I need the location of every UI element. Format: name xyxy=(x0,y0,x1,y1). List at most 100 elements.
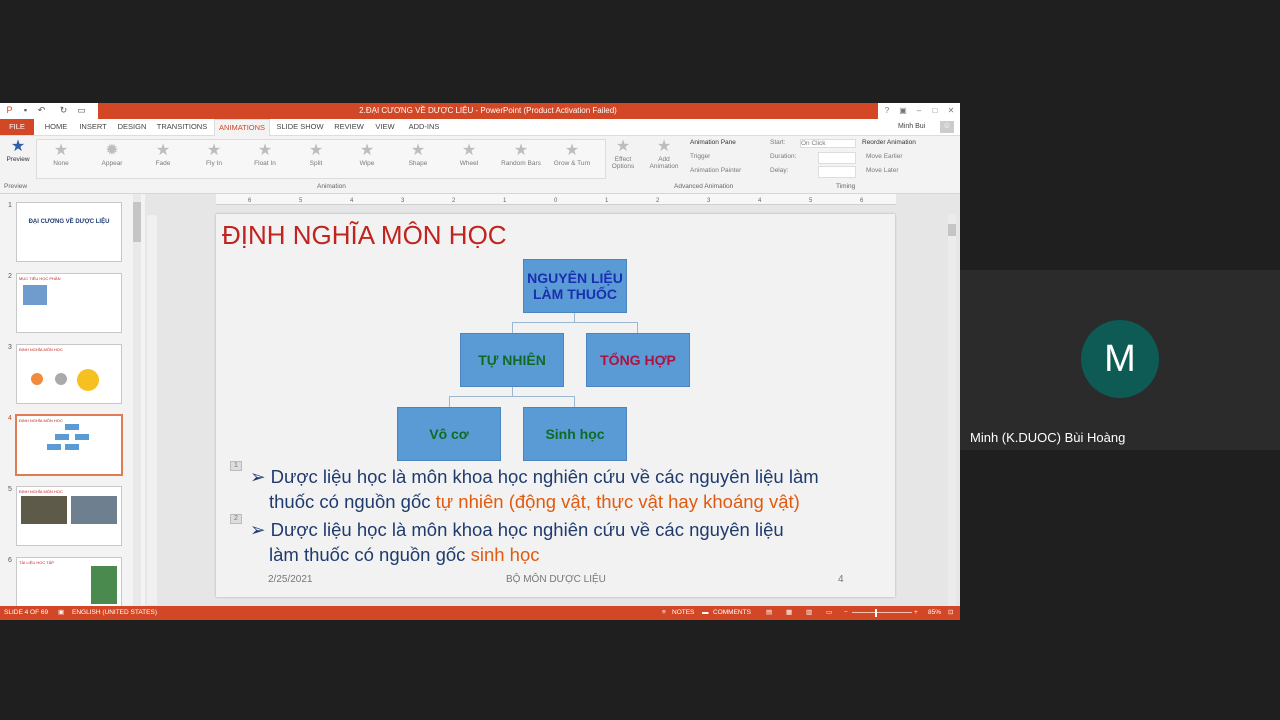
animation-appear[interactable]: ✹ Appear xyxy=(94,142,130,167)
slide-thumbnail-6[interactable]: TÀI LIỆU HỌC TẬP xyxy=(16,557,122,608)
undo-icon[interactable]: ↶ xyxy=(36,105,47,116)
root-node[interactable]: NGUYÊN LIỆU LÀM THUỐC xyxy=(523,259,627,313)
reading-view-icon[interactable]: ▥ xyxy=(806,606,812,620)
ribbon-tabs: FILE HOME INSERT DESIGN TRANSITIONS ANIM… xyxy=(0,119,960,136)
bullet-2[interactable]: ➢ Dược liệu học là môn khoa học nghiên c… xyxy=(250,517,784,567)
trigger-button[interactable]: Trigger xyxy=(690,153,710,160)
add-animation-button[interactable]: ★ Add Animation xyxy=(644,138,684,170)
bullet-1-line-2: thuốc có nguồn gốc xyxy=(269,491,436,512)
slide-canvas[interactable]: ĐỊNH NGHĨA MÔN HỌC NGUYÊN LIỆU LÀM THUỐC… xyxy=(216,214,895,597)
slide-sorter-icon[interactable]: ▦ xyxy=(786,606,792,620)
ribbon-display-icon[interactable]: ▣ xyxy=(896,105,910,116)
fit-slide-icon[interactable]: ⊡ xyxy=(948,606,953,620)
move-earlier-button[interactable]: Move Earlier xyxy=(866,153,902,160)
timing-group-label: Timing xyxy=(836,183,856,190)
zoom-slider[interactable] xyxy=(852,612,912,613)
user-name[interactable]: Minh Bui xyxy=(898,119,925,135)
start-from-beginning-icon[interactable]: ▭ xyxy=(76,105,87,116)
slide-thumbnail-2[interactable]: MỤC TIÊU HỌC PHẦN xyxy=(16,273,122,333)
language-status[interactable]: ENGLISH (UNITED STATES) xyxy=(72,606,157,620)
minimize-icon[interactable]: – xyxy=(912,105,926,116)
tab-view[interactable]: VIEW xyxy=(370,119,400,135)
normal-view-icon[interactable]: ▤ xyxy=(766,606,772,620)
tab-slide-show[interactable]: SLIDE SHOW xyxy=(272,119,328,135)
slide-counter[interactable]: SLIDE 4 OF 69 xyxy=(4,606,48,620)
tab-home[interactable]: HOME xyxy=(40,119,72,135)
close-icon[interactable]: ✕ xyxy=(944,105,958,116)
slide-title[interactable]: ĐỊNH NGHĨA MÔN HỌC xyxy=(222,220,507,251)
tab-insert[interactable]: INSERT xyxy=(76,119,110,135)
animation-wipe[interactable]: ★ Wipe xyxy=(349,142,385,167)
animation-random-bars[interactable]: ★ Random Bars xyxy=(495,142,547,167)
slide-thumbnail-5[interactable]: ĐỊNH NGHĨA MÔN HỌC xyxy=(16,486,122,546)
start-select[interactable]: On Click xyxy=(800,139,856,148)
duration-input[interactable] xyxy=(818,152,856,164)
animation-label: Appear xyxy=(101,160,123,167)
start-label: Start: xyxy=(770,139,786,146)
animation-order-marker-2[interactable]: 2 xyxy=(230,514,242,524)
animation-label: Random Bars xyxy=(501,160,541,167)
save-icon[interactable]: ▪ xyxy=(20,105,31,116)
slide-show-icon[interactable]: ▭ xyxy=(826,606,832,620)
bullet-1[interactable]: ➢ Dược liệu học là môn khoa học nghiên c… xyxy=(250,464,819,514)
tab-animations[interactable]: ANIMATIONS xyxy=(214,119,270,136)
help-icon[interactable]: ? xyxy=(880,105,894,116)
animation-order-marker-1[interactable]: 1 xyxy=(230,461,242,471)
tab-file[interactable]: FILE xyxy=(0,119,34,135)
tab-design[interactable]: DESIGN xyxy=(114,119,150,135)
star-icon: ★ xyxy=(513,142,529,159)
star-icon: ★ xyxy=(257,142,273,159)
tab-transitions[interactable]: TRANSITIONS xyxy=(154,119,210,135)
move-later-button[interactable]: Move Later xyxy=(866,167,899,174)
comments-button[interactable]: COMMENTS xyxy=(713,606,751,620)
preview-button[interactable]: ★ Preview xyxy=(4,138,32,163)
window-title: 2.ĐẠI CƯƠNG VỀ DƯỢC LIỆU - PowerPoint (P… xyxy=(98,103,878,119)
inorganic-node[interactable]: Vô cơ xyxy=(397,407,501,461)
thumbnail-scrollbar[interactable] xyxy=(133,194,141,606)
animation-grow-turn[interactable]: ★ Grow & Turn xyxy=(547,142,597,167)
delay-input[interactable] xyxy=(818,166,856,178)
effect-options-button[interactable]: ★ Effect Options xyxy=(606,138,640,170)
slide-thumbnail-4[interactable]: ĐỊNH NGHĨA MÔN HỌC xyxy=(15,414,123,476)
zoom-slider-thumb[interactable] xyxy=(875,609,877,617)
animation-fade[interactable]: ★ Fade xyxy=(145,142,181,167)
thumb-box xyxy=(47,444,61,450)
participant-name: Minh (K.DUOC) Bùi Hoàng xyxy=(970,430,1126,445)
star-icon: ★ xyxy=(359,142,375,159)
synthetic-node[interactable]: TỔNG HỢP xyxy=(586,333,690,387)
user-avatar-icon[interactable]: ☺ xyxy=(940,121,954,133)
spellcheck-icon[interactable]: ▣ xyxy=(58,606,64,620)
maximize-icon[interactable]: □ xyxy=(928,105,942,116)
notes-button[interactable]: NOTES xyxy=(672,606,694,620)
powerpoint-window: P ▪ ↶ ↻ ▭ 2.ĐẠI CƯƠNG VỀ DƯỢC LIỆU - Pow… xyxy=(0,103,960,620)
thumb-title: ĐẠI CƯƠNG VỀ DƯỢC LIỆU xyxy=(28,219,110,225)
slide-thumbnail-3[interactable]: ĐỊNH NGHĨA MÔN HỌC xyxy=(16,344,122,404)
animation-fly-in[interactable]: ★ Fly In xyxy=(196,142,232,167)
thumbnail-scroll-thumb[interactable] xyxy=(133,202,141,242)
vertical-ruler xyxy=(147,215,157,605)
animation-split[interactable]: ★ Split xyxy=(298,142,334,167)
animation-shape[interactable]: ★ Shape xyxy=(400,142,436,167)
animation-group-label: Animation xyxy=(317,183,346,190)
animation-painter-button[interactable]: Animation Painter xyxy=(690,167,741,174)
animation-wheel[interactable]: ★ Wheel xyxy=(451,142,487,167)
bullet-arrow-icon: ➢ xyxy=(250,519,271,540)
biological-node[interactable]: Sinh học xyxy=(523,407,627,461)
animation-pane-button[interactable]: Animation Pane xyxy=(690,139,736,146)
natural-node[interactable]: TỰ NHIÊN xyxy=(460,333,564,387)
tab-add-ins[interactable]: ADD-INS xyxy=(404,119,444,135)
preview-star-icon: ★ xyxy=(10,138,26,155)
redo-icon[interactable]: ↻ xyxy=(58,105,69,116)
zoom-out-icon[interactable]: − xyxy=(844,606,848,620)
slide-scroll-thumb[interactable] xyxy=(948,224,956,236)
bullet-2-line-2: làm thuốc có nguồn gốc xyxy=(269,544,471,565)
bullet-arrow-icon: ➢ xyxy=(250,466,271,487)
zoom-level[interactable]: 85% xyxy=(928,606,941,620)
animation-none[interactable]: ★ None xyxy=(43,142,79,167)
animation-float-in[interactable]: ★ Float In xyxy=(247,142,283,167)
slide-thumbnail-1[interactable]: ĐẠI CƯƠNG VỀ DƯỢC LIỆU xyxy=(16,202,122,262)
zoom-in-icon[interactable]: + xyxy=(914,606,918,620)
tab-review[interactable]: REVIEW xyxy=(332,119,366,135)
animation-label: Fade xyxy=(155,160,171,167)
slide-scrollbar[interactable] xyxy=(948,214,956,606)
